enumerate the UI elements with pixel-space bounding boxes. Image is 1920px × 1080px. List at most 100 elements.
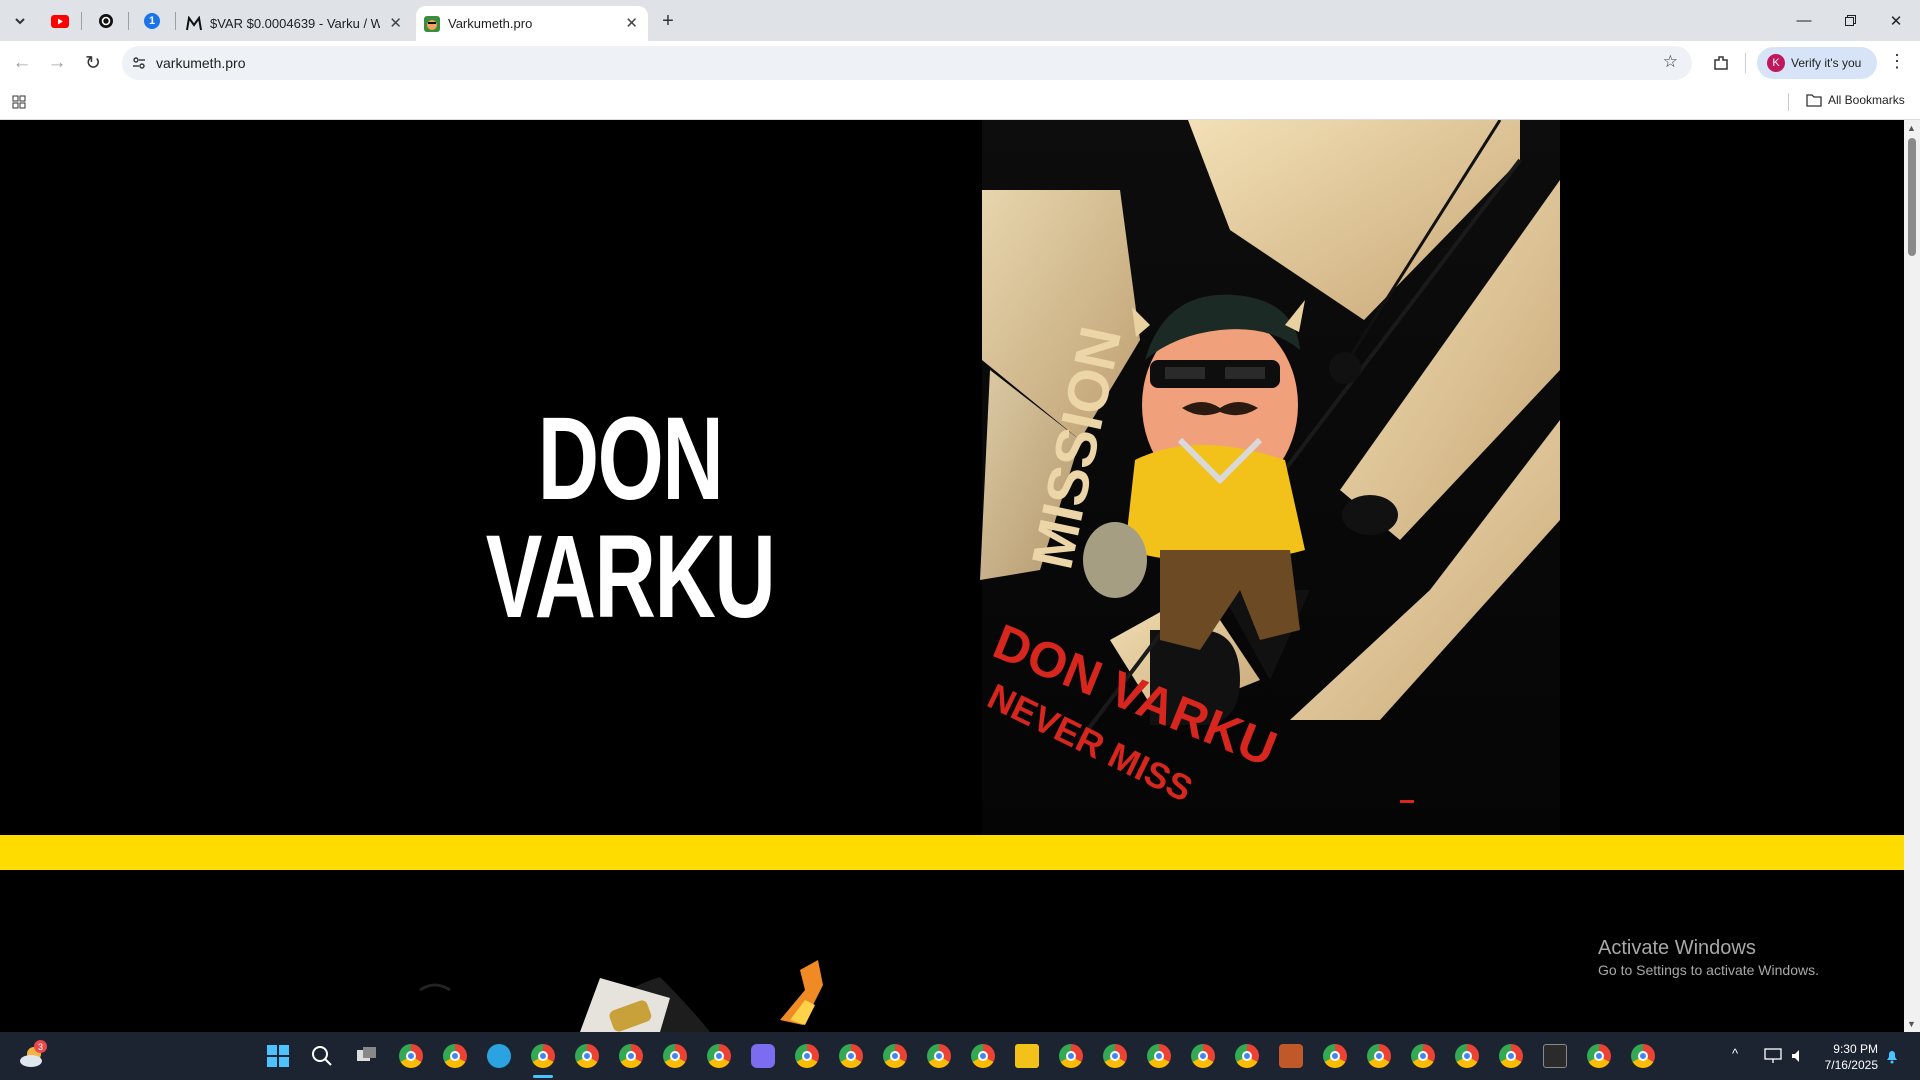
- taskbar-chrome-icon[interactable]: [1059, 1044, 1083, 1068]
- browser-toolbar: ← → ↻ varkumeth.pro ☆ K Verify it's you …: [0, 41, 1920, 85]
- all-bookmarks-button[interactable]: All Bookmarks: [1806, 93, 1905, 107]
- bookmarks-bar: All Bookmarks: [0, 85, 1920, 120]
- scroll-down-arrow-icon[interactable]: ▼: [1907, 1019, 1916, 1029]
- taskbar-chrome-icon[interactable]: [927, 1044, 951, 1068]
- chevron-up-icon[interactable]: ^: [1732, 1046, 1738, 1061]
- weather-widget[interactable]: 3: [18, 1040, 47, 1070]
- taskbar-chrome-icon[interactable]: [1191, 1044, 1215, 1068]
- back-button[interactable]: ←: [8, 49, 36, 77]
- file-explorer-icon[interactable]: [1015, 1044, 1039, 1068]
- url-text[interactable]: varkumeth.pro: [156, 55, 245, 71]
- reload-icon: ↻: [85, 52, 101, 74]
- tab-separator: [128, 12, 129, 30]
- windows-taskbar: 3 ^ 9:30 PM 7/16/2025: [0, 1032, 1920, 1080]
- apps-grid-icon[interactable]: [12, 95, 26, 109]
- telegram-icon[interactable]: [487, 1044, 511, 1068]
- minimize-button[interactable]: —: [1781, 0, 1827, 41]
- chevron-down-icon: [15, 18, 25, 25]
- dexscreener-icon: [186, 15, 202, 30]
- yellow-band: [0, 835, 1904, 870]
- scroll-up-arrow-icon[interactable]: ▲: [1907, 123, 1916, 133]
- verify-identity-button[interactable]: K Verify it's you: [1757, 47, 1877, 79]
- activate-title: Activate Windows: [1598, 937, 1756, 959]
- taskbar-chrome-icon[interactable]: [1455, 1044, 1479, 1068]
- plus-icon: +: [662, 9, 674, 32]
- terminal-icon[interactable]: [1543, 1044, 1567, 1068]
- taskbar-chrome-icon[interactable]: [839, 1044, 863, 1068]
- tab-search-button[interactable]: [6, 6, 34, 36]
- bookmark-star-icon[interactable]: ☆: [1663, 52, 1678, 72]
- volume-icon[interactable]: [1790, 1048, 1806, 1064]
- youtube-icon: [51, 14, 69, 28]
- arrow-right-icon: →: [47, 52, 67, 73]
- taskbar-chrome-icon[interactable]: [531, 1044, 555, 1068]
- taskbar-chrome-icon[interactable]: [1323, 1044, 1347, 1068]
- taskbar-chrome-icon[interactable]: [1103, 1044, 1127, 1068]
- taskbar-chrome-icon[interactable]: [1631, 1044, 1655, 1068]
- taskbar-chrome-icon[interactable]: [971, 1044, 995, 1068]
- weather-badge: 3: [34, 1040, 47, 1053]
- taskbar-chrome-icon[interactable]: [1367, 1044, 1391, 1068]
- taskbar-chrome-icon[interactable]: [883, 1044, 907, 1068]
- network-icon[interactable]: [1764, 1048, 1782, 1064]
- taskbar-chrome-icon[interactable]: [1147, 1044, 1171, 1068]
- pinned-tab-youtube[interactable]: [46, 6, 74, 36]
- taskbar-chrome-icon[interactable]: [1411, 1044, 1435, 1068]
- close-tab-icon[interactable]: ✕: [625, 14, 638, 32]
- arrow-left-icon: ←: [12, 52, 32, 73]
- activate-windows-watermark: Activate Windows Go to Settings to activ…: [1598, 937, 1819, 978]
- restore-icon: [1844, 15, 1856, 26]
- active-app-indicator: [533, 1075, 553, 1078]
- all-bookmarks-label: All Bookmarks: [1828, 93, 1905, 107]
- close-tab-icon[interactable]: ✕: [389, 14, 402, 32]
- scrollbar-thumb[interactable]: [1908, 138, 1916, 256]
- toolbar-separator: [1745, 53, 1746, 73]
- extensions-icon[interactable]: [1712, 54, 1730, 72]
- taskbar-chrome-icon[interactable]: [575, 1044, 599, 1068]
- taskbar-chrome-icon[interactable]: [795, 1044, 819, 1068]
- taskbar-chrome-icon[interactable]: [1587, 1044, 1611, 1068]
- taskbar-chrome-icon[interactable]: [663, 1044, 687, 1068]
- tab-strip: 1 $VAR $0.0004639 - Varku / WET ✕ Varkum…: [0, 0, 1920, 41]
- tab-separator: [81, 12, 82, 30]
- address-bar[interactable]: varkumeth.pro ☆: [122, 46, 1692, 80]
- tab-varkumeth[interactable]: Varkumeth.pro ✕: [416, 6, 648, 41]
- taskbar-chrome-icon[interactable]: [443, 1044, 467, 1068]
- game-controller-icon[interactable]: [751, 1044, 775, 1068]
- reload-button[interactable]: ↻: [79, 49, 107, 77]
- minimize-icon: —: [1796, 12, 1812, 29]
- pinned-tab-threads[interactable]: [92, 6, 120, 36]
- activate-subtitle: Go to Settings to activate Windows.: [1598, 962, 1819, 978]
- forward-button[interactable]: →: [43, 49, 71, 77]
- system-clock[interactable]: 9:30 PM 7/16/2025: [1825, 1041, 1878, 1073]
- search-icon[interactable]: [311, 1045, 333, 1067]
- bookmark-separator: [1788, 93, 1789, 111]
- site-info-icon[interactable]: [132, 56, 146, 70]
- task-view-icon[interactable]: [356, 1045, 378, 1067]
- new-tab-button[interactable]: +: [654, 6, 682, 36]
- windows-start-icon[interactable]: [266, 1044, 290, 1068]
- taskbar-chrome-icon[interactable]: [1499, 1044, 1523, 1068]
- taskbar-chrome-icon[interactable]: [399, 1044, 423, 1068]
- tab-separator: [175, 12, 176, 30]
- tab-var-price[interactable]: $VAR $0.0004639 - Varku / WET ✕: [180, 6, 412, 41]
- threads-icon: [99, 14, 113, 28]
- hero-title: DON VARKU: [485, 393, 776, 643]
- menu-kebab-icon[interactable]: ⋮: [1888, 51, 1906, 72]
- taskbar-chrome-icon[interactable]: [1235, 1044, 1259, 1068]
- second-section-artwork: [419, 960, 823, 1032]
- taskbar-chrome-icon[interactable]: [619, 1044, 643, 1068]
- clock-date: 7/16/2025: [1824, 1058, 1878, 1072]
- game-app-icon[interactable]: [1279, 1044, 1303, 1068]
- restore-button[interactable]: [1827, 0, 1873, 41]
- notification-bell-icon[interactable]: [1884, 1048, 1900, 1064]
- close-window-button[interactable]: ✕: [1873, 0, 1919, 41]
- taskbar-chrome-icon[interactable]: [707, 1044, 731, 1068]
- avatar: K: [1767, 54, 1785, 72]
- clock-time: 9:30 PM: [1833, 1042, 1878, 1056]
- page-scrollbar[interactable]: ▲ ▼: [1904, 120, 1920, 1032]
- tab-title: $VAR $0.0004639 - Varku / WET: [210, 16, 380, 31]
- verify-label: Verify it's you: [1791, 56, 1862, 70]
- varku-favicon-icon: [424, 15, 440, 32]
- pinned-tab-1[interactable]: 1: [138, 6, 166, 36]
